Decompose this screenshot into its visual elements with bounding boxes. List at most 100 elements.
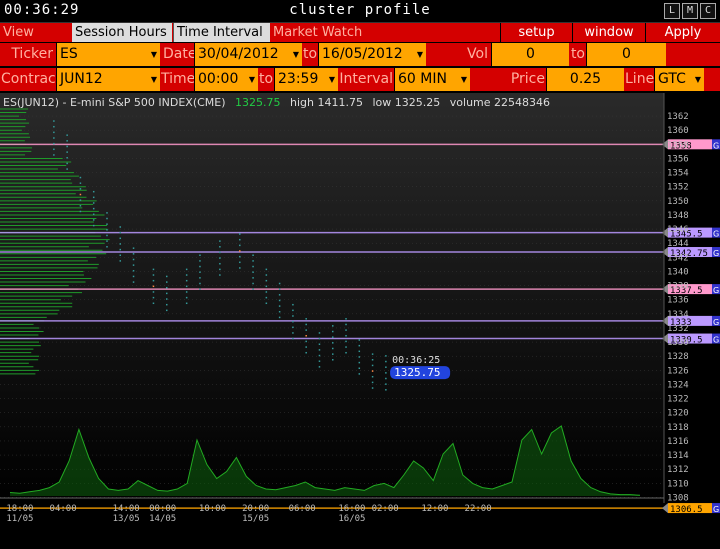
price-cluster-dot: [132, 264, 135, 266]
y-tick-label: 1360: [667, 126, 689, 136]
price-cluster-dot: [385, 377, 387, 380]
y-tick-label: 1352: [667, 183, 689, 193]
c-button[interactable]: C: [700, 3, 716, 19]
window-title: cluster profile: [289, 2, 431, 18]
contract-select[interactable]: JUN12 ▼: [56, 68, 160, 91]
y-tick-label: 1324: [667, 380, 689, 390]
price-cluster-dot: [66, 151, 68, 153]
x-tick-label: 04:00: [50, 504, 77, 514]
x-tick-label: 22:00: [465, 504, 492, 514]
price-cluster-dot: [92, 196, 95, 199]
price-cluster-dot: [66, 134, 68, 136]
price-cluster-dot: [199, 271, 201, 273]
interval-value: 60 MIN: [398, 71, 447, 87]
price-cluster-dot: [371, 370, 374, 372]
price-cluster-dot: [371, 359, 374, 361]
price-cluster-dot: [92, 219, 95, 221]
chart-area[interactable]: 1358 G 1345.5 G 1342.75 G 1337.5 G 1333 G 1330.5 G 1…: [0, 93, 720, 545]
row1-filler: [666, 43, 720, 66]
menu-session-hours[interactable]: Session Hours: [72, 23, 172, 42]
price-cluster-dot: [265, 279, 268, 282]
price-cluster-dot: [219, 262, 221, 265]
low-label: low 1325.25: [372, 96, 441, 109]
price-cluster-dot: [252, 288, 254, 290]
y-tick-label: 1334: [667, 310, 689, 320]
price-cluster-dot: [166, 292, 168, 295]
price-cluster-dot: [185, 285, 188, 288]
price-cluster-dot: [119, 260, 122, 262]
time-from-select[interactable]: 00:00 ▼: [194, 68, 258, 91]
price-cluster-dot: [239, 261, 241, 264]
l-button[interactable]: L: [664, 3, 680, 19]
level-g-label: G: [713, 141, 719, 150]
price-cluster-dot: [385, 366, 387, 368]
price-cluster-dot: [106, 234, 108, 237]
time-to-select[interactable]: 23:59 ▼: [274, 68, 338, 91]
menu-view-dom[interactable]: View DOM: [0, 23, 72, 59]
price-cluster-dot: [199, 260, 201, 262]
price-cluster-dot: [239, 233, 241, 235]
line-value: GTC: [658, 71, 686, 87]
price-cluster-dot: [292, 303, 294, 306]
chevron-down-icon: ▼: [460, 75, 467, 84]
price-cluster-dot: [345, 351, 347, 354]
price-cluster-dot: [318, 366, 321, 368]
y-tick-label: 1342: [667, 253, 689, 263]
ticker-value: ES: [60, 46, 78, 62]
contract-label: Contract: [0, 68, 61, 91]
price-cluster-dot: [332, 325, 334, 327]
apply-button[interactable]: Apply: [645, 23, 720, 42]
price-cluster-dot: [292, 309, 294, 312]
price-cluster-dot: [152, 279, 155, 282]
price-cluster-dot: [92, 190, 95, 193]
price-cluster-dot: [132, 258, 135, 261]
interval-select[interactable]: 60 MIN ▼: [394, 68, 470, 91]
menu-market-watch[interactable]: Market Watch: [270, 23, 370, 42]
price-cluster-dot: [252, 254, 254, 256]
price-cluster-dot: [152, 291, 155, 293]
price-cluster-dot: [53, 154, 55, 156]
price-cluster-dot: [252, 277, 254, 279]
line-select[interactable]: GTC ▼: [654, 68, 704, 91]
setup-button[interactable]: setup: [500, 23, 572, 42]
y-tick-label: 1336: [667, 296, 689, 306]
price-cluster-dot: [79, 193, 82, 196]
vol-from-input[interactable]: 0: [491, 43, 569, 66]
price-scale-input[interactable]: 0.25: [546, 68, 624, 91]
price-cluster-dot: [239, 244, 241, 247]
date-from-value: 30/04/2012: [198, 46, 279, 62]
price-cluster-dot: [345, 329, 347, 331]
vol-to-input[interactable]: 0: [586, 43, 666, 66]
date-to-select[interactable]: 16/05/2012 ▼: [318, 43, 426, 66]
price-cluster-dot: [305, 335, 307, 337]
ticker-select[interactable]: ES ▼: [56, 43, 160, 66]
window-button[interactable]: window: [572, 23, 645, 42]
price-cluster-dot: [106, 246, 108, 248]
price-cluster-dot: [66, 145, 68, 148]
date-to-label: to: [302, 43, 318, 66]
price-cluster-dot: [358, 344, 361, 347]
x-date-label: 16/05: [338, 514, 365, 524]
price-cluster-dot: [385, 360, 387, 363]
price-cluster-dot: [332, 359, 334, 361]
window-buttons: L M C: [664, 3, 716, 19]
price-cluster-dot: [358, 356, 361, 358]
price-cluster-dot: [265, 302, 268, 305]
price-cluster-dot: [318, 354, 321, 357]
price-cluster-dot: [371, 387, 374, 389]
m-button[interactable]: M: [682, 3, 698, 19]
price-cluster-dot: [318, 360, 321, 362]
y-tick-label: 1316: [667, 437, 689, 447]
level-g-label: G: [713, 505, 719, 514]
chevron-down-icon: ▼: [150, 75, 157, 84]
cluster-profile-chart[interactable]: 1358 G1345.5 G1342.75 G1337.5 G1333 G1330.5 G1…: [0, 93, 720, 545]
y-tick-label: 1308: [667, 493, 689, 503]
price-cluster-dot: [106, 229, 108, 231]
price-cluster-dot: [385, 383, 387, 385]
menu-time-interval[interactable]: Time Interval: [173, 23, 270, 42]
contract-value: JUN12: [60, 71, 103, 87]
price-cluster-dot: [358, 367, 361, 370]
date-from-select[interactable]: 30/04/2012 ▼: [194, 43, 302, 66]
y-tick-label: 1312: [667, 465, 689, 475]
price-cluster-dot: [318, 349, 321, 351]
